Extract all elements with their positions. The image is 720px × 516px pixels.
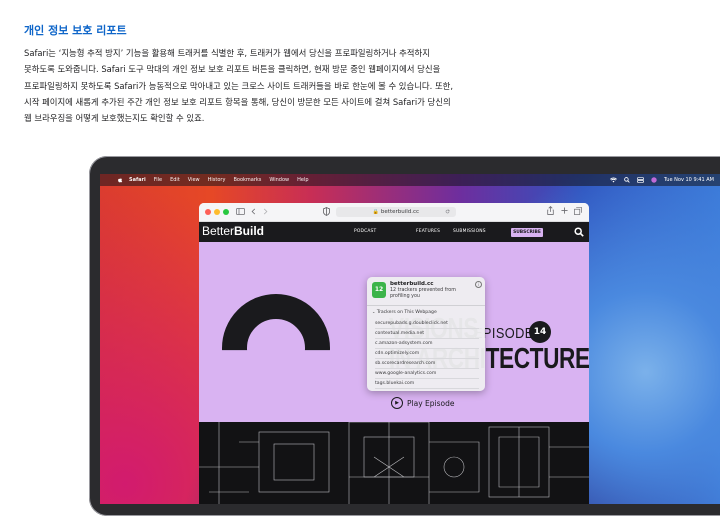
menu-history[interactable]: History — [208, 177, 226, 183]
site-navbar: BetterBuild PODCAST FEATURES SUBMISSIONS… — [199, 222, 589, 242]
menu-safari[interactable]: Safari — [129, 177, 146, 183]
tracker-list-item: c.amazon-adsystem.com — [375, 339, 479, 349]
mac-screen: Safari File Edit View History Bookmarks … — [100, 174, 720, 504]
logo-text-light: Better — [202, 224, 235, 238]
share-icon[interactable] — [547, 206, 554, 215]
new-tab-icon[interactable] — [561, 207, 568, 214]
sidebar-toggle-icon[interactable] — [236, 208, 245, 215]
paragraph-line: 시작 페이지에 새롭게 추가된 주간 개인 정보 보호 리포트 항목을 통해, … — [24, 96, 451, 107]
subscribe-button[interactable]: SUBSCRIBE — [511, 228, 543, 237]
chevron-right-icon[interactable] — [263, 208, 268, 215]
siri-icon[interactable] — [651, 177, 657, 183]
menu-help[interactable]: Help — [297, 177, 308, 183]
paragraph-line: Safari는 ‘지능형 추적 방지’ 기능을 활용해 트래커를 식별한 후, … — [24, 48, 430, 58]
safari-window: 🔒 betterbuild.cc BetterBuild PODCAST FEA… — [199, 203, 589, 504]
menubar-clock[interactable]: Tue Nov 10 9:41 AM — [664, 177, 714, 183]
trackers-section-label: Trackers on This Webpage — [376, 310, 437, 315]
play-episode-button[interactable]: ▶ Play Episode — [391, 397, 454, 409]
privacy-report-popover: 12 betterbuild.cc 12 trackers prevented … — [367, 277, 485, 391]
play-episode-label: Play Episode — [407, 398, 455, 408]
menu-view[interactable]: View — [188, 177, 200, 183]
info-icon[interactable]: i — [475, 281, 482, 288]
menu-bar: Safari File Edit View History Bookmarks … — [100, 174, 720, 186]
tab-overview-icon[interactable] — [574, 207, 582, 215]
lock-icon: 🔒 — [372, 209, 380, 215]
paragraph-line: 프로파일링하지 못하도록 Safari가 능동적으로 막아내고 있는 크로스 사… — [24, 80, 454, 91]
logo-text-bold: Build — [234, 224, 265, 238]
tracker-list-item: contextual.media.net — [375, 329, 479, 339]
popover-summary: 12 trackers prevented from profiling you — [390, 288, 456, 299]
chevron-down-icon: ⌄ — [372, 309, 376, 314]
apple-icon[interactable] — [117, 177, 123, 183]
popover-divider — [367, 305, 485, 306]
address-text: betterbuild.cc — [380, 209, 420, 215]
section-heading: 개인 정보 보호 리포트 — [24, 24, 127, 37]
safari-toolbar: 🔒 betterbuild.cc — [199, 203, 589, 222]
tracker-list-item: tags.bluekai.com — [375, 379, 479, 389]
nav-features[interactable]: FEATURES — [416, 229, 440, 234]
popover-site-name: betterbuild.cc — [390, 281, 434, 287]
reload-icon[interactable] — [445, 209, 450, 214]
tracker-list-item: www.google-analytics.com — [375, 369, 479, 379]
trackers-section-toggle[interactable]: ⌄ Trackers on This Webpage — [372, 309, 437, 315]
nav-submissions[interactable]: SUBMISSIONS — [453, 229, 486, 234]
tracker-list-item: cdn.optimizely.com — [375, 349, 479, 359]
site-search-icon[interactable] — [574, 227, 584, 237]
paragraph-line: 웹 브라우징을 어떻게 보호했는지도 확인할 수 있죠. — [24, 113, 205, 124]
tracker-list-item: sb.scorecardresearch.com — [375, 359, 479, 369]
site-logo[interactable]: BetterBuild — [202, 224, 264, 238]
minimize-window-button[interactable] — [214, 209, 220, 215]
chevron-left-icon[interactable] — [251, 208, 256, 215]
tracker-list-item: securepubads.g.doubleclick.net — [375, 319, 479, 329]
wifi-icon[interactable] — [610, 177, 618, 183]
menu-window[interactable]: Window — [269, 177, 289, 183]
close-window-button[interactable] — [205, 209, 211, 215]
blueprint-image — [199, 422, 589, 504]
description-paragraph: Safari는 ‘지능형 추적 방지’ 기능을 활용해 트래커를 식별한 후, … — [24, 45, 502, 126]
blueprint-drawing — [199, 422, 589, 504]
search-icon[interactable] — [624, 177, 630, 183]
paragraph-line: 못하도록 도와줍니다. Safari 도구 막대의 개인 정보 보호 리포트 버… — [24, 64, 441, 75]
menu-extras: Tue Nov 10 9:41 AM — [610, 177, 714, 183]
control-center-icon[interactable] — [637, 177, 645, 183]
episode-number-badge: 14 — [529, 321, 551, 343]
zoom-window-button[interactable] — [223, 209, 229, 215]
address-bar[interactable]: 🔒 betterbuild.cc — [336, 207, 456, 217]
menu-edit[interactable]: Edit — [170, 177, 180, 183]
menu-bookmarks[interactable]: Bookmarks — [233, 177, 261, 183]
play-icon: ▶ — [391, 397, 403, 409]
webpage-content: BetterBuild PODCAST FEATURES SUBMISSIONS… — [199, 222, 589, 504]
tracker-count-badge: 12 — [372, 282, 386, 298]
privacy-report-shield-icon[interactable] — [323, 207, 330, 216]
nav-podcast[interactable]: PODCAST — [354, 229, 376, 234]
menu-file[interactable]: File — [154, 177, 162, 183]
arch-graphic — [222, 294, 330, 351]
